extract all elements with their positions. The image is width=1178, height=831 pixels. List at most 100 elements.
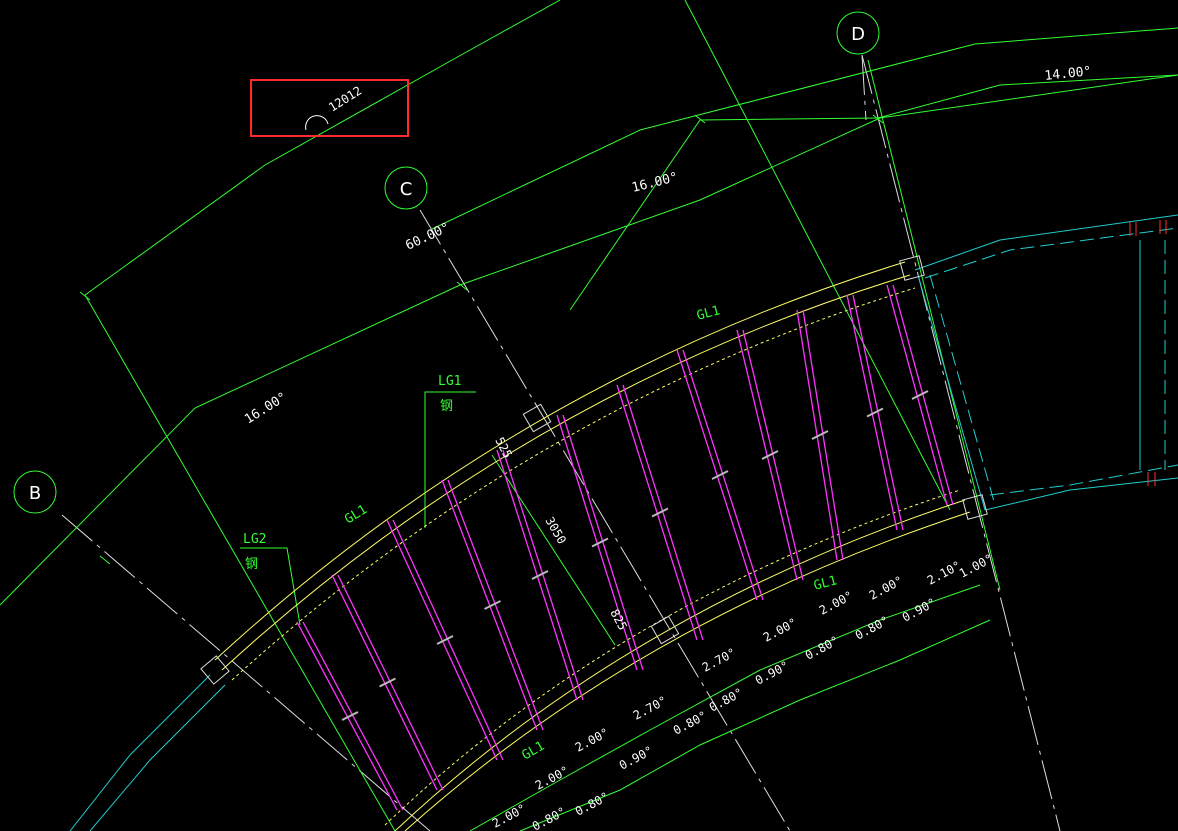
stud-line bbox=[676, 349, 758, 601]
radial-grid-1 bbox=[84, 294, 396, 831]
stud-line bbox=[302, 621, 404, 811]
stud-line bbox=[392, 519, 504, 761]
angle-16-left: 16.00° bbox=[242, 390, 290, 428]
dim-3050: 3050 bbox=[542, 515, 569, 547]
beam-inner-2 bbox=[404, 511, 971, 831]
outer-angle-label: 2.70° bbox=[700, 645, 738, 674]
stud-line bbox=[796, 309, 838, 561]
inner-angle-row: 0.80°0.80°0.90°0.80°0.80°0.90°0.80°0.80°… bbox=[530, 595, 938, 831]
stud-line bbox=[331, 574, 438, 791]
wall-inner-right bbox=[914, 214, 1178, 271]
arc-symbol-icon bbox=[305, 115, 329, 131]
inner-angle-label: 0.80° bbox=[573, 789, 611, 818]
inner-angle-label: 0.90° bbox=[900, 595, 938, 624]
stud-line bbox=[622, 384, 704, 641]
gl1-label-right: GL1 bbox=[812, 573, 839, 594]
axis-lines bbox=[61, 54, 1061, 831]
stud-brace bbox=[911, 390, 929, 400]
stud-line bbox=[802, 309, 844, 561]
inner-angle-label: 0.90° bbox=[617, 743, 655, 772]
axis-bubble-c: C bbox=[384, 166, 428, 210]
axis-line-d bbox=[861, 54, 1061, 831]
highlight-value: 12012 bbox=[326, 84, 364, 115]
angle-14: 14.00° bbox=[1044, 64, 1092, 84]
stud-line bbox=[296, 621, 398, 811]
lg1-code: LG1 bbox=[438, 374, 461, 389]
red-marks bbox=[1129, 220, 1167, 486]
lg2-code: LG2 bbox=[243, 532, 266, 547]
stud-brace bbox=[379, 677, 396, 688]
stud-line bbox=[502, 449, 584, 701]
outer-angle-row: 2.00°2.00°2.00°2.70°2.70°2.00°2.00°2.00°… bbox=[490, 551, 995, 830]
stud-line bbox=[846, 294, 898, 531]
stud-line bbox=[447, 479, 544, 731]
stud-line bbox=[562, 414, 644, 671]
cad-drawing-canvas[interactable]: B C D 12012 14.00° 16.00° 60.00° 16.00° … bbox=[0, 0, 1178, 831]
axis-label-d: D bbox=[851, 24, 865, 45]
stud-brace bbox=[761, 450, 779, 460]
gl1-label-top: GL1 bbox=[695, 303, 722, 324]
stud-line bbox=[616, 384, 698, 641]
outer-angle-label: 2.00° bbox=[867, 573, 905, 602]
outer-arc-2 bbox=[84, 0, 561, 296]
axis-bubble-b: B bbox=[13, 470, 57, 514]
inner-angle-label: 0.80° bbox=[530, 804, 568, 831]
wall-d-2 bbox=[929, 274, 996, 506]
radial-grid-2 bbox=[684, 0, 951, 511]
stud-brace bbox=[484, 600, 501, 610]
lg1-note: 钢 bbox=[440, 399, 453, 414]
inner-angle-label: 0.80° bbox=[803, 633, 841, 662]
wall-d-1 bbox=[917, 274, 986, 511]
dim-825: 825 bbox=[607, 607, 630, 633]
inner-angle-label: 0.80° bbox=[853, 613, 891, 642]
stud-line bbox=[736, 329, 798, 581]
inner-angle-label: 0.80° bbox=[707, 685, 745, 714]
stud-brace bbox=[531, 570, 549, 580]
stud-line bbox=[742, 329, 804, 581]
stud-brace bbox=[811, 430, 829, 440]
stud-brace bbox=[651, 507, 669, 518]
wall-bottom-right-2 bbox=[989, 464, 1178, 496]
stud-line bbox=[852, 294, 904, 531]
inner-angle-label: 0.90° bbox=[753, 658, 791, 687]
stud-line bbox=[386, 519, 498, 761]
stud-brace bbox=[711, 470, 729, 480]
lg2-note: 钢 bbox=[245, 557, 258, 572]
cad-svg: B C D 12012 14.00° 16.00° 60.00° 16.00° … bbox=[0, 0, 1178, 831]
axis-label-b: B bbox=[29, 483, 41, 504]
dim-525: 525 bbox=[492, 435, 515, 461]
stud-line bbox=[892, 284, 954, 506]
beam-outer-1 bbox=[214, 261, 906, 661]
outer-angle-label: 2.70° bbox=[631, 693, 669, 722]
outer-arc-4 bbox=[569, 74, 1178, 311]
stud-line bbox=[496, 449, 578, 701]
angle-16-top: 16.00° bbox=[630, 170, 679, 196]
outer-angle-label: 2.10° bbox=[925, 558, 963, 587]
angle-60: 60.00° bbox=[403, 220, 452, 253]
stud-line bbox=[886, 284, 948, 506]
axis-label-c: C bbox=[400, 179, 413, 200]
dim-3050 bbox=[491, 454, 616, 646]
beam-outer-3 bbox=[231, 287, 916, 681]
stud-line bbox=[441, 479, 538, 731]
grid-lines bbox=[0, 0, 1178, 831]
stud-brace bbox=[866, 407, 884, 418]
stud-brace bbox=[341, 711, 359, 721]
stud-brace bbox=[591, 537, 609, 548]
wall-outer-left-2 bbox=[89, 684, 226, 831]
outer-angle-label: 2.00° bbox=[817, 588, 855, 617]
outer-arc-3 bbox=[429, 27, 1178, 231]
outer-angle-label: 1.00° bbox=[957, 551, 995, 580]
inner-angle-label: 0.80° bbox=[671, 708, 709, 737]
walls bbox=[69, 214, 1178, 831]
outer-angle-label: 2.00° bbox=[573, 725, 611, 754]
gl1-label-bottom: GL1 bbox=[520, 739, 548, 764]
outer-angle-label: 2.00° bbox=[490, 801, 528, 830]
gl1-label-left: GL1 bbox=[342, 502, 370, 527]
stud-brace bbox=[436, 635, 454, 645]
beam-inner-1 bbox=[394, 499, 966, 831]
columns bbox=[200, 255, 988, 685]
outer-angle-label: 2.00° bbox=[761, 615, 799, 644]
wall-outer-left bbox=[69, 674, 211, 831]
tick-marks bbox=[79, 114, 884, 565]
